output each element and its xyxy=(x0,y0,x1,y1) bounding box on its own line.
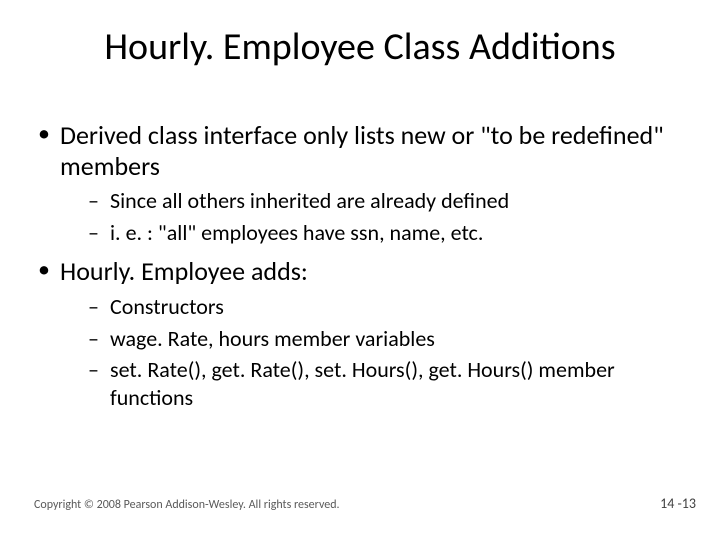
slide-body: Derived class interface only lists new o… xyxy=(34,120,680,421)
sub-bullet-item: i. e. : "all" employees have ssn, name, … xyxy=(88,219,680,247)
bullet-item: Derived class interface only lists new o… xyxy=(34,120,680,246)
slide-title: Hourly. Employee Class Additions xyxy=(0,24,720,70)
sub-bullet-item: Since all others inherited are already d… xyxy=(88,187,680,215)
bullet-text: Hourly. Employee adds: xyxy=(60,255,308,287)
slide: Hourly. Employee Class Additions Derived… xyxy=(0,0,720,540)
copyright-text: Copyright © 2008 Pearson Addison-Wesley.… xyxy=(34,498,340,512)
sub-bullet-text: set. Rate(), get. Rate(), set. Hours(), … xyxy=(110,356,615,411)
bullet-list: Derived class interface only lists new o… xyxy=(34,120,680,411)
sub-bullet-list: Constructors wage. Rate, hours member va… xyxy=(60,293,680,411)
sub-bullet-text: i. e. : "all" employees have ssn, name, … xyxy=(110,219,483,246)
sub-bullet-item: set. Rate(), get. Rate(), set. Hours(), … xyxy=(88,356,680,411)
sub-bullet-text: wage. Rate, hours member variables xyxy=(110,325,435,352)
sub-bullet-text: Since all others inherited are already d… xyxy=(110,187,509,214)
sub-bullet-list: Since all others inherited are already d… xyxy=(60,187,680,246)
sub-bullet-item: wage. Rate, hours member variables xyxy=(88,325,680,353)
sub-bullet-item: Constructors xyxy=(88,293,680,321)
page-number: 14 -13 xyxy=(660,495,696,512)
sub-bullet-text: Constructors xyxy=(110,293,224,320)
bullet-text: Derived class interface only lists new o… xyxy=(60,119,664,182)
bullet-item: Hourly. Employee adds: Constructors wage… xyxy=(34,256,680,411)
